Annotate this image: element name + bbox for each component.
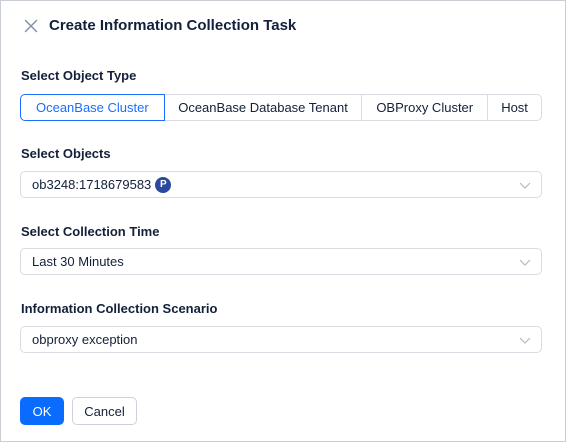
objects-label: Select Objects xyxy=(21,146,111,161)
create-task-dialog: Create Information Collection Task Selec… xyxy=(0,0,566,442)
collection-time-select[interactable]: Last 30 Minutes xyxy=(20,248,542,275)
object-type-option-obproxy-cluster[interactable]: OBProxy Cluster xyxy=(361,94,489,121)
collection-time-label: Select Collection Time xyxy=(21,224,160,239)
scenario-select[interactable]: obproxy exception xyxy=(20,326,542,353)
scenario-select-value: obproxy exception xyxy=(32,332,138,347)
objects-select[interactable]: ob3248:1718679583 P xyxy=(20,171,542,198)
dialog-title: Create Information Collection Task xyxy=(49,17,297,34)
objects-select-value: ob3248:1718679583 xyxy=(32,177,152,192)
object-type-segmented-control: OceanBase Cluster OceanBase Database Ten… xyxy=(20,94,542,121)
ok-button[interactable]: OK xyxy=(20,397,64,425)
object-type-option-oceanbase-cluster[interactable]: OceanBase Cluster xyxy=(20,94,165,121)
object-type-label: Select Object Type xyxy=(21,68,137,83)
dialog-header: Create Information Collection Task xyxy=(1,1,565,51)
chevron-down-icon xyxy=(519,259,531,266)
collection-time-select-value: Last 30 Minutes xyxy=(32,254,124,269)
close-icon-glyph xyxy=(24,19,38,33)
scenario-label: Information Collection Scenario xyxy=(21,301,218,316)
chevron-down-icon xyxy=(519,182,531,189)
close-icon[interactable] xyxy=(23,18,39,34)
primary-badge: P xyxy=(155,176,172,193)
object-type-option-oceanbase-database-tenant[interactable]: OceanBase Database Tenant xyxy=(163,94,363,121)
chevron-down-icon xyxy=(519,337,531,344)
cancel-button[interactable]: Cancel xyxy=(72,397,137,425)
object-type-option-host[interactable]: Host xyxy=(487,94,542,121)
